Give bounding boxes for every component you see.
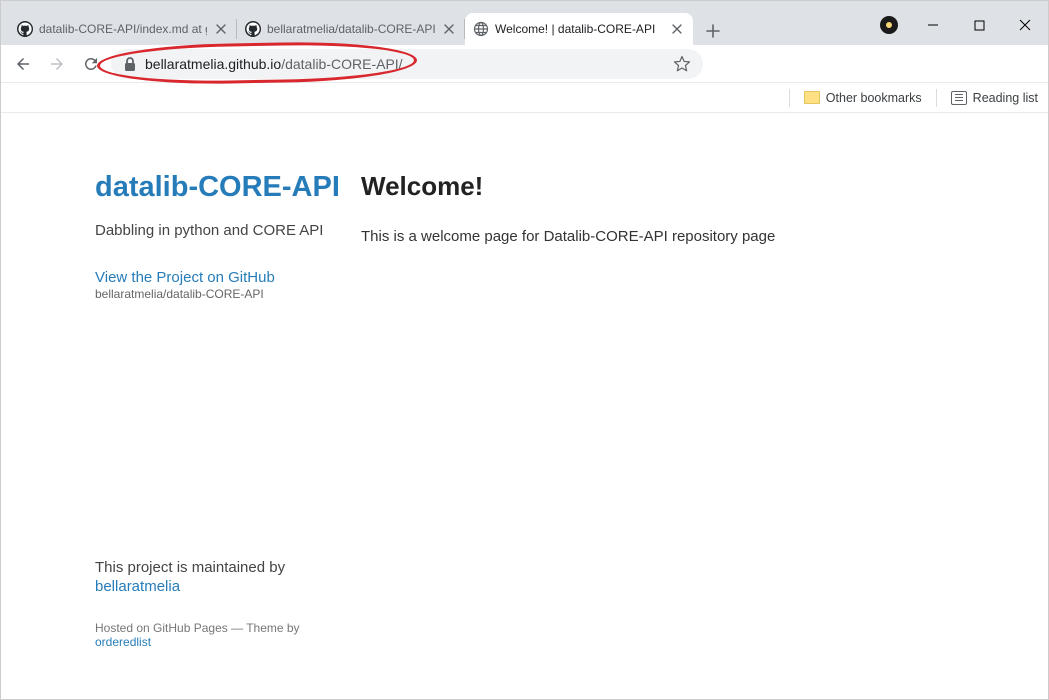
window-titlebar <box>1 1 1048 9</box>
forward-button[interactable] <box>43 50 71 78</box>
tab-1[interactable]: datalib-CORE-API/index.md at gh <box>9 13 237 45</box>
avatar-icon <box>880 16 898 34</box>
tab-2[interactable]: bellaratmelia/datalib-CORE-API a <box>237 13 465 45</box>
url-text: bellaratmelia.github.io/datalib-CORE-API… <box>145 56 665 72</box>
bookmark-star-icon[interactable] <box>673 55 691 73</box>
tab-title: Welcome! | datalib-CORE-API <box>495 22 663 36</box>
tab-strip: datalib-CORE-API/index.md at gh bellarat… <box>1 9 1048 45</box>
hosted-prefix: Hosted on GitHub Pages — Theme by <box>95 621 300 635</box>
new-tab-button[interactable] <box>699 17 727 45</box>
close-window-button[interactable] <box>1002 9 1048 41</box>
address-bar[interactable]: bellaratmelia.github.io/datalib-CORE-API… <box>111 49 703 79</box>
close-icon[interactable] <box>669 21 685 37</box>
lock-icon <box>123 56 137 72</box>
tab-title: bellaratmelia/datalib-CORE-API a <box>267 22 435 36</box>
bookmarks-bar: Other bookmarks Reading list <box>1 83 1048 113</box>
other-bookmarks-label: Other bookmarks <box>826 91 922 105</box>
reading-list-button[interactable]: Reading list <box>951 91 1038 105</box>
divider <box>789 89 790 107</box>
theme-link[interactable]: orderedlist <box>95 635 151 649</box>
browser-toolbar: bellaratmelia.github.io/datalib-CORE-API… <box>1 45 1048 83</box>
window-controls <box>874 9 1048 41</box>
maintained-by-block: This project is maintained by bellaratme… <box>95 559 341 595</box>
back-button[interactable] <box>9 50 37 78</box>
maximize-button[interactable] <box>956 9 1002 41</box>
github-icon <box>17 21 33 37</box>
tab-3-active[interactable]: Welcome! | datalib-CORE-API <box>465 13 693 45</box>
site-description: Dabbling in python and CORE API <box>95 222 341 239</box>
site-title[interactable]: datalib-CORE-API <box>95 171 341 204</box>
site-sidebar: datalib-CORE-API Dabbling in python and … <box>1 171 361 649</box>
hosted-footer: Hosted on GitHub Pages — Theme by ordere… <box>95 621 341 649</box>
other-bookmarks-button[interactable]: Other bookmarks <box>804 91 922 105</box>
github-project-link[interactable]: View the Project on GitHub <box>95 269 341 286</box>
divider <box>936 89 937 107</box>
maintained-by-label: This project is maintained by <box>95 559 285 576</box>
reading-list-icon <box>951 91 967 105</box>
reload-button[interactable] <box>77 50 105 78</box>
github-repo-path: bellaratmelia/datalib-CORE-API <box>95 287 341 301</box>
github-icon <box>245 21 261 37</box>
profile-avatar-button[interactable] <box>874 10 904 40</box>
tab-title: datalib-CORE-API/index.md at gh <box>39 22 207 36</box>
reading-list-label: Reading list <box>973 91 1038 105</box>
close-icon[interactable] <box>441 21 457 37</box>
maintainer-link[interactable]: bellaratmelia <box>95 578 341 595</box>
close-icon[interactable] <box>213 21 229 37</box>
minimize-button[interactable] <box>910 9 956 41</box>
globe-icon <box>473 21 489 37</box>
folder-icon <box>804 91 820 104</box>
content-heading: Welcome! <box>361 171 1008 202</box>
page-content: datalib-CORE-API Dabbling in python and … <box>1 113 1048 649</box>
main-content: Welcome! This is a welcome page for Data… <box>361 171 1048 649</box>
content-paragraph: This is a welcome page for Datalib-CORE-… <box>361 228 1008 245</box>
